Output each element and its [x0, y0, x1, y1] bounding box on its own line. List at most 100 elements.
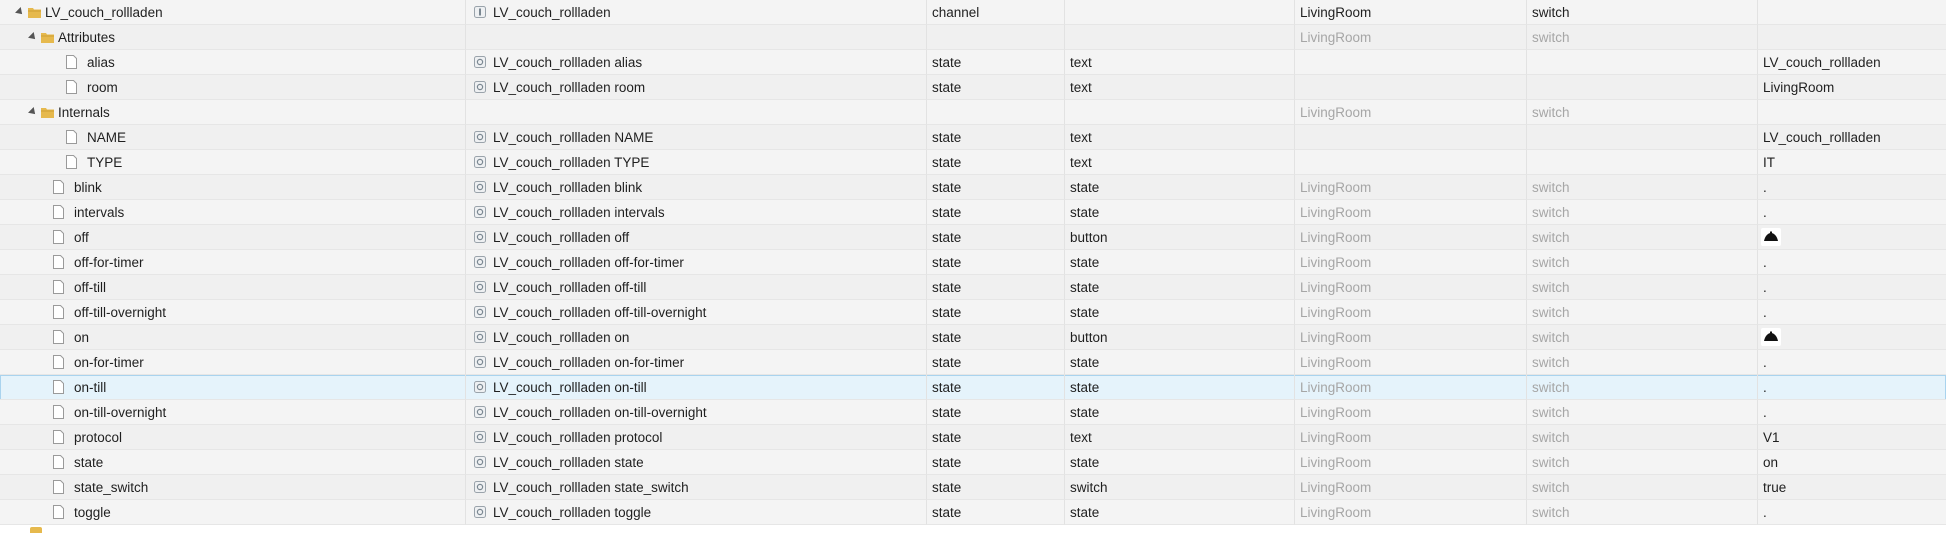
expand-toggle-icon[interactable]: [28, 32, 38, 42]
tree-row-on-till[interactable]: on-till LV_couch_rollladen on-till state st…: [0, 375, 1946, 400]
room-cell: LivingRoom: [1295, 425, 1527, 450]
id-cell: LV_couch_rollladen off-for-timer: [466, 250, 927, 275]
function-cell: switch: [1527, 500, 1758, 525]
role-cell: state: [1065, 375, 1295, 400]
file-icon: [53, 280, 64, 294]
function-cell: switch: [1527, 400, 1758, 425]
tree-row-internals[interactable]: Internals LivingRoom switch: [0, 100, 1946, 125]
state-icon: [474, 206, 486, 218]
tree-row-blink[interactable]: blink LV_couch_rollladen blink state state L…: [0, 175, 1946, 200]
role-cell: button: [1065, 325, 1295, 350]
value-cell: .: [1758, 400, 1946, 425]
role-cell: state: [1065, 250, 1295, 275]
folder-icon: [41, 108, 54, 118]
name-cell: Internals: [0, 100, 466, 125]
room-cell: LivingRoom: [1295, 350, 1527, 375]
push-button-icon[interactable]: [1761, 328, 1781, 346]
type-cell: state: [927, 325, 1065, 350]
value-cell: .: [1758, 350, 1946, 375]
object-id: LV_couch_rollladen off-for-timer: [493, 255, 684, 270]
tree-row-type[interactable]: TYPE LV_couch_rollladen TYPE state text IT: [0, 150, 1946, 175]
channel-icon: [474, 6, 486, 18]
tree-row-off[interactable]: off LV_couch_rollladen off state button Livi…: [0, 225, 1946, 250]
name-cell: off-till: [0, 275, 466, 300]
value-cell[interactable]: [1758, 225, 1946, 250]
id-cell: [466, 100, 927, 125]
id-cell: LV_couch_rollladen NAME: [466, 125, 927, 150]
tree-row-room[interactable]: room LV_couch_rollladen room state text Livi…: [0, 75, 1946, 100]
function-cell: switch: [1527, 200, 1758, 225]
role-cell: state: [1065, 300, 1295, 325]
tree-row-on-for-timer[interactable]: on-for-timer LV_couch_rollladen on-for-ti…: [0, 350, 1946, 375]
tree-row-off-for-timer[interactable]: off-for-timer LV_couch_rollladen off-for-…: [0, 250, 1946, 275]
room-cell: LivingRoom: [1295, 25, 1527, 50]
id-cell: LV_couch_rollladen toggle: [466, 500, 927, 525]
value-cell: .: [1758, 275, 1946, 300]
function-cell: [1527, 150, 1758, 175]
value-cell: on: [1758, 450, 1946, 475]
object-name: off-till-overnight: [74, 305, 167, 320]
value-cell: [1758, 0, 1946, 25]
function-cell: switch: [1527, 250, 1758, 275]
tree-row-name[interactable]: NAME LV_couch_rollladen NAME state text LV_c…: [0, 125, 1946, 150]
object-name: Attributes: [58, 30, 116, 45]
value-cell: V1: [1758, 425, 1946, 450]
role-cell: state: [1065, 200, 1295, 225]
type-cell: state: [927, 275, 1065, 300]
id-cell: LV_couch_rollladen off-till-overnight: [466, 300, 927, 325]
type-cell: state: [927, 75, 1065, 100]
tree-row-off-till-overnight[interactable]: off-till-overnight LV_couch_rollladen off…: [0, 300, 1946, 325]
tree-row-on-till-overnight[interactable]: on-till-overnight LV_couch_rollladen on-t…: [0, 400, 1946, 425]
state-icon: [474, 481, 486, 493]
state-icon: [474, 456, 486, 468]
tree-row-state-switch[interactable]: state_switch LV_couch_rollladen state_swi…: [0, 475, 1946, 500]
push-button-icon[interactable]: [1761, 228, 1781, 246]
object-name: Internals: [58, 105, 110, 120]
value-cell: .: [1758, 500, 1946, 525]
id-cell: LV_couch_rollladen on: [466, 325, 927, 350]
value-cell: LV_couch_rollladen: [1758, 50, 1946, 75]
id-cell: LV_couch_rollladen alias: [466, 50, 927, 75]
state-icon: [474, 331, 486, 343]
file-icon: [53, 330, 64, 344]
name-cell: off-till-overnight: [0, 300, 466, 325]
tree-row-state[interactable]: state LV_couch_rollladen state state state L…: [0, 450, 1946, 475]
role-cell: text: [1065, 75, 1295, 100]
object-name: protocol: [74, 430, 123, 445]
expand-toggle-icon[interactable]: [28, 107, 38, 117]
tree-row-alias[interactable]: alias LV_couch_rollladen alias state text LV…: [0, 50, 1946, 75]
object-id: LV_couch_rollladen: [493, 5, 611, 20]
value-cell[interactable]: [1758, 325, 1946, 350]
file-icon: [53, 255, 64, 269]
tree-row-lv-couch-rollladen[interactable]: LV_couch_rollladen LV_couch_rollladen chan…: [0, 0, 1946, 25]
state-icon: [474, 231, 486, 243]
name-cell: toggle: [0, 500, 466, 525]
function-cell: switch: [1527, 100, 1758, 125]
name-cell: NAME: [0, 125, 466, 150]
room-cell: LivingRoom: [1295, 250, 1527, 275]
function-cell: switch: [1527, 300, 1758, 325]
tree-row-off-till[interactable]: off-till LV_couch_rollladen off-till state…: [0, 275, 1946, 300]
room-cell: LivingRoom: [1295, 400, 1527, 425]
room-cell: LivingRoom: [1295, 450, 1527, 475]
name-cell: blink: [0, 175, 466, 200]
tree-row-intervals[interactable]: intervals LV_couch_rollladen intervals sta…: [0, 200, 1946, 225]
type-cell: state: [927, 300, 1065, 325]
role-cell: state: [1065, 400, 1295, 425]
value-cell: .: [1758, 175, 1946, 200]
object-name: on-till-overnight: [74, 405, 167, 420]
tree-row-toggle[interactable]: toggle LV_couch_rollladen toggle state stat…: [0, 500, 1946, 525]
tree-row-attributes[interactable]: Attributes LivingRoom switch: [0, 25, 1946, 50]
id-cell: [466, 25, 927, 50]
state-icon: [474, 306, 486, 318]
file-icon: [53, 455, 64, 469]
state-icon: [474, 356, 486, 368]
expand-toggle-icon[interactable]: [15, 7, 25, 17]
room-cell: LivingRoom: [1295, 0, 1527, 25]
tree-row-on[interactable]: on LV_couch_rollladen on state button Living…: [0, 325, 1946, 350]
tree-row-protocol[interactable]: protocol LV_couch_rollladen protocol state…: [0, 425, 1946, 450]
file-icon: [53, 305, 64, 319]
object-id: LV_couch_rollladen off-till: [493, 280, 647, 295]
object-name: room: [87, 80, 118, 95]
name-cell: on: [0, 325, 466, 350]
